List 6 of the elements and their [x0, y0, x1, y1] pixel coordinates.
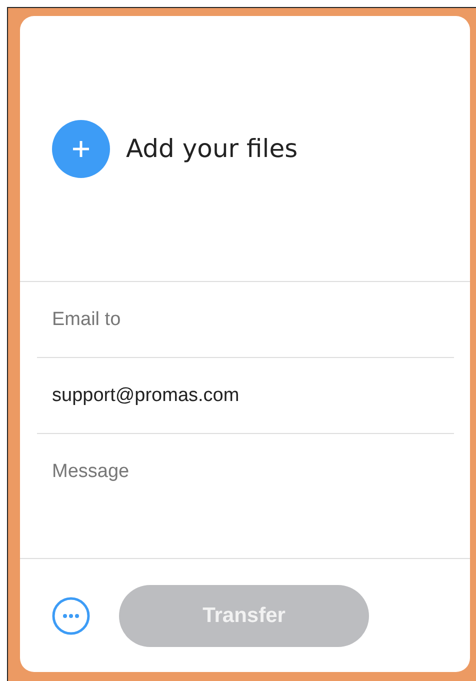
add-icon[interactable] — [52, 120, 110, 178]
add-files-label[interactable]: Add your files — [126, 134, 298, 163]
email-field[interactable]: Email to — [37, 282, 454, 357]
message-field[interactable]: Message — [37, 434, 454, 558]
more-options-icon[interactable] — [52, 596, 90, 634]
email-field[interactable]: support@promas.com — [37, 358, 454, 433]
